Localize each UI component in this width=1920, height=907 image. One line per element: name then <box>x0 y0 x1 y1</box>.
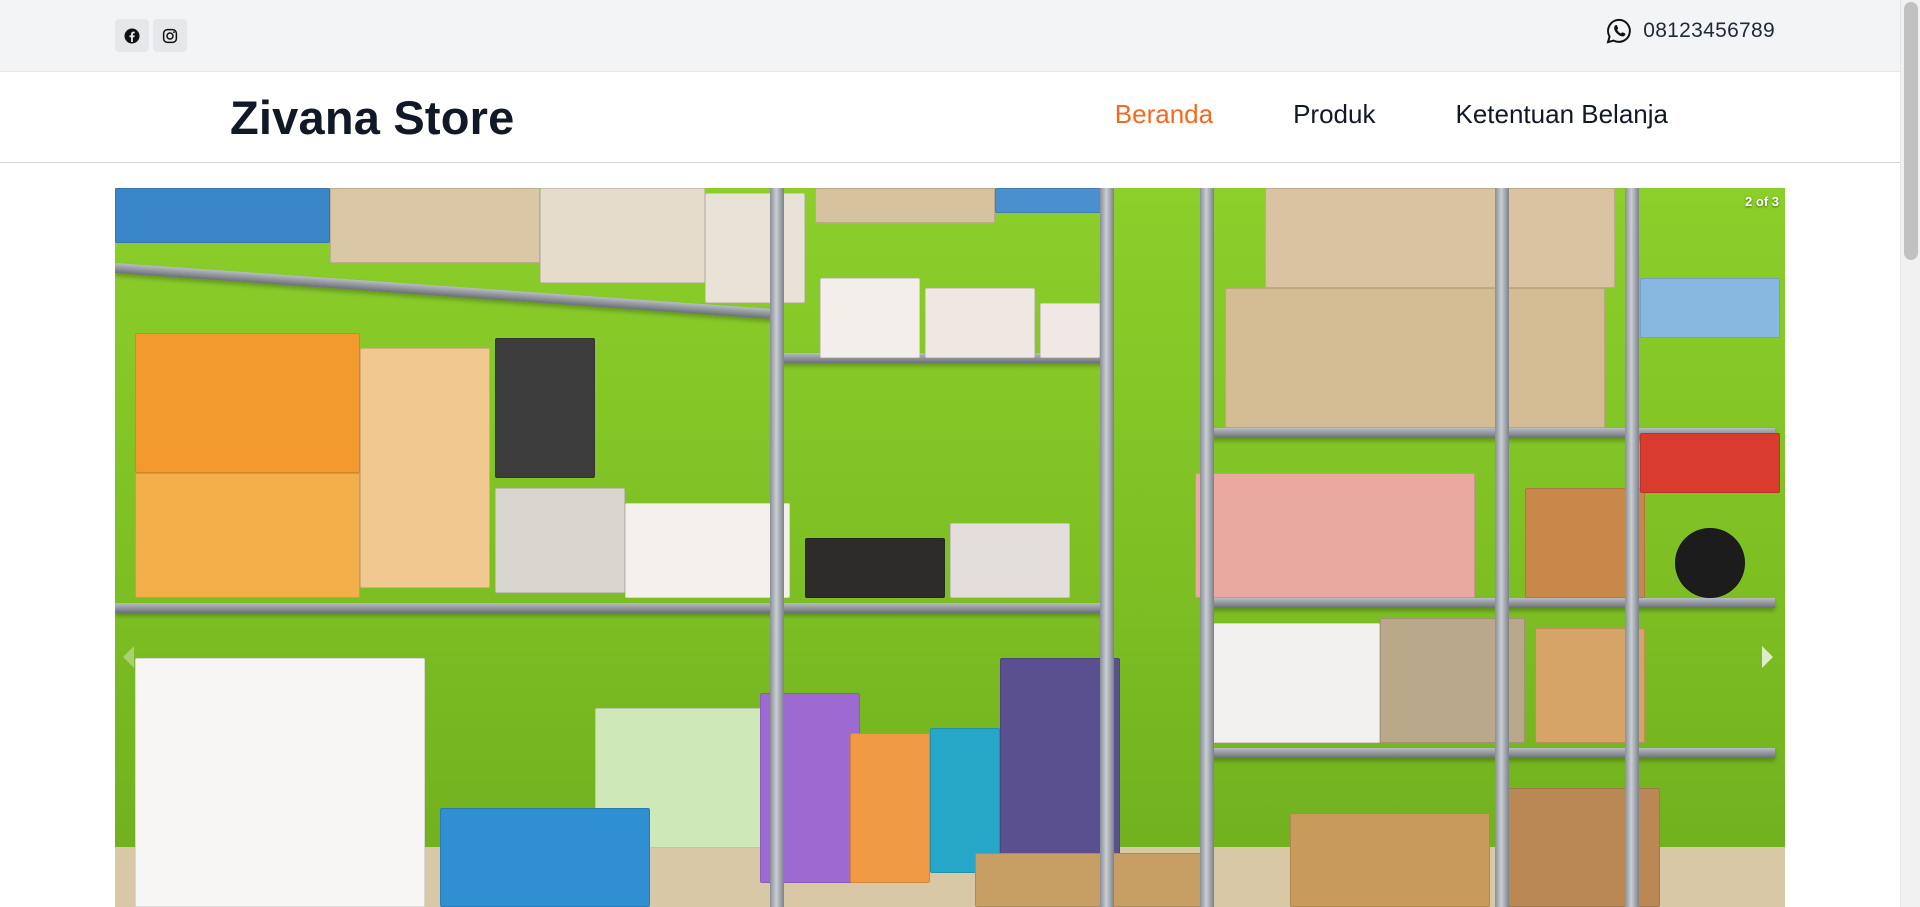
whatsapp-icon <box>1605 17 1633 45</box>
top-bar: 08123456789 <box>0 0 1900 72</box>
carousel-slide-image <box>115 188 1785 907</box>
nav-item-ketentuan-belanja[interactable]: Ketentuan Belanja <box>1455 99 1668 130</box>
slide-counter: 2 of 3 <box>1745 194 1779 209</box>
phone-number[interactable]: 08123456789 <box>1643 19 1775 43</box>
carousel-prev-button[interactable] <box>123 646 134 668</box>
facebook-icon <box>123 27 141 45</box>
social-links <box>115 19 187 52</box>
nav-item-beranda[interactable]: Beranda <box>1115 99 1213 130</box>
site-header: Zivana Store Beranda Produk Ketentuan Be… <box>0 72 1900 163</box>
brand-logo-text[interactable]: Zivana Store <box>230 90 515 145</box>
scrollbar-thumb[interactable] <box>1904 2 1918 260</box>
nav-item-produk[interactable]: Produk <box>1293 99 1375 130</box>
page-scrollbar[interactable] <box>1900 0 1920 907</box>
hero-carousel: 2 of 3 <box>115 188 1785 907</box>
main-nav: Beranda Produk Ketentuan Belanja <box>1115 99 1668 130</box>
facebook-link[interactable] <box>115 19 149 52</box>
contact-info: 08123456789 <box>1605 17 1775 45</box>
instagram-link[interactable] <box>153 19 187 52</box>
instagram-icon <box>161 27 179 45</box>
carousel-next-button[interactable] <box>1762 646 1773 668</box>
